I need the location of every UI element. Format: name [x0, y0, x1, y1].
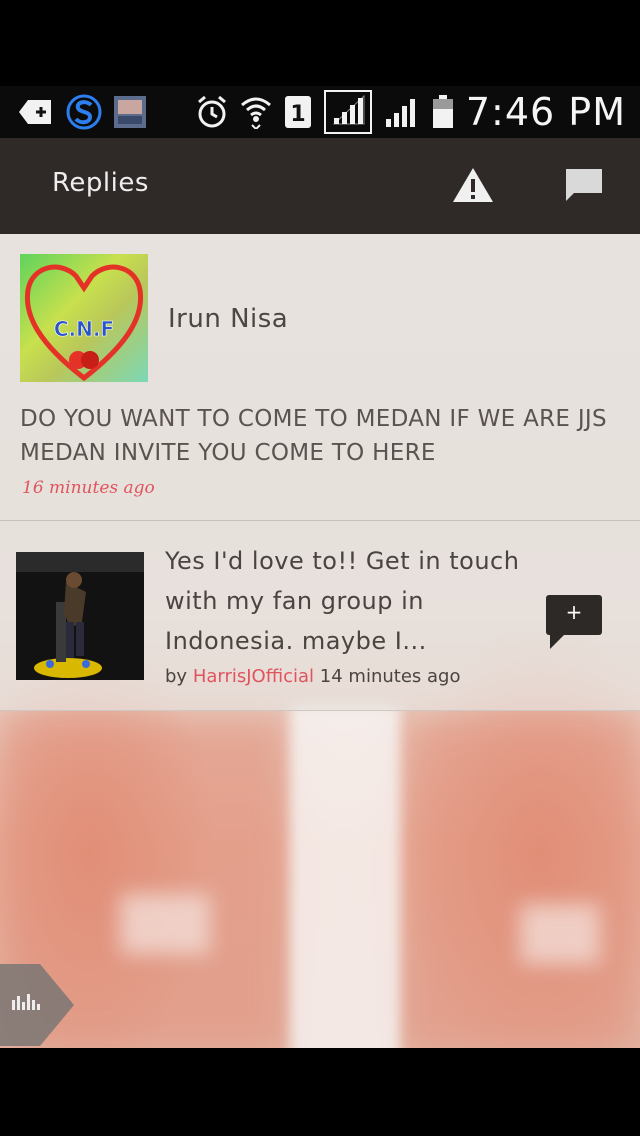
reply-meta: by HarrisJOfficial 14 minutes ago	[165, 666, 460, 687]
reply-timestamp: 16 minutes ago	[22, 478, 155, 498]
chat-icon	[564, 167, 604, 207]
sim1-icon: 1	[284, 95, 312, 129]
reply-message: DO YOU WANT TO COME TO MEDAN IF WE ARE J…	[20, 406, 607, 466]
reply-to-comment-button[interactable]: +	[546, 595, 602, 649]
wifi-icon	[240, 95, 272, 129]
sim-number: 1	[290, 102, 305, 127]
avatar[interactable]	[16, 552, 144, 680]
reply-item[interactable]: C.N.F Irun Nisa DO YOU WANT TO COME TO M…	[0, 234, 640, 521]
s-app-icon	[66, 94, 102, 130]
reply-message: Yes I'd love to!! Get in touch with my f…	[165, 547, 520, 655]
message-plus-icon	[18, 98, 54, 126]
alarm-icon	[196, 95, 228, 129]
reply-item[interactable]: Yes I'd love to!! Get in touch with my f…	[0, 521, 640, 711]
signal-strength-icon	[323, 90, 372, 134]
report-button[interactable]	[450, 166, 496, 208]
drawer-handle[interactable]	[0, 964, 74, 1046]
battery-icon	[432, 95, 454, 129]
status-bar: 1 7:46 PM	[0, 86, 640, 138]
warning-icon	[451, 166, 495, 208]
avatar-logo-text: C.N.F	[54, 317, 114, 341]
compose-reply-button[interactable]	[561, 166, 607, 208]
avatar[interactable]: C.N.F	[20, 254, 148, 382]
plus-icon: +	[565, 600, 583, 624]
page-title: Replies	[52, 168, 149, 198]
by-label: by	[165, 666, 188, 687]
status-time: 7:46 PM	[465, 90, 626, 134]
reply-author-link[interactable]: HarrisJOfficial	[193, 666, 314, 687]
author-name[interactable]: Irun Nisa	[168, 304, 288, 334]
signal-strength-2-icon	[384, 95, 420, 129]
replies-list[interactable]: C.N.F Irun Nisa DO YOU WANT TO COME TO M…	[0, 234, 640, 1048]
thumbnail-app-icon	[114, 96, 146, 128]
action-bar: Replies	[0, 138, 640, 234]
reply-timestamp: 14 minutes ago	[319, 666, 461, 687]
